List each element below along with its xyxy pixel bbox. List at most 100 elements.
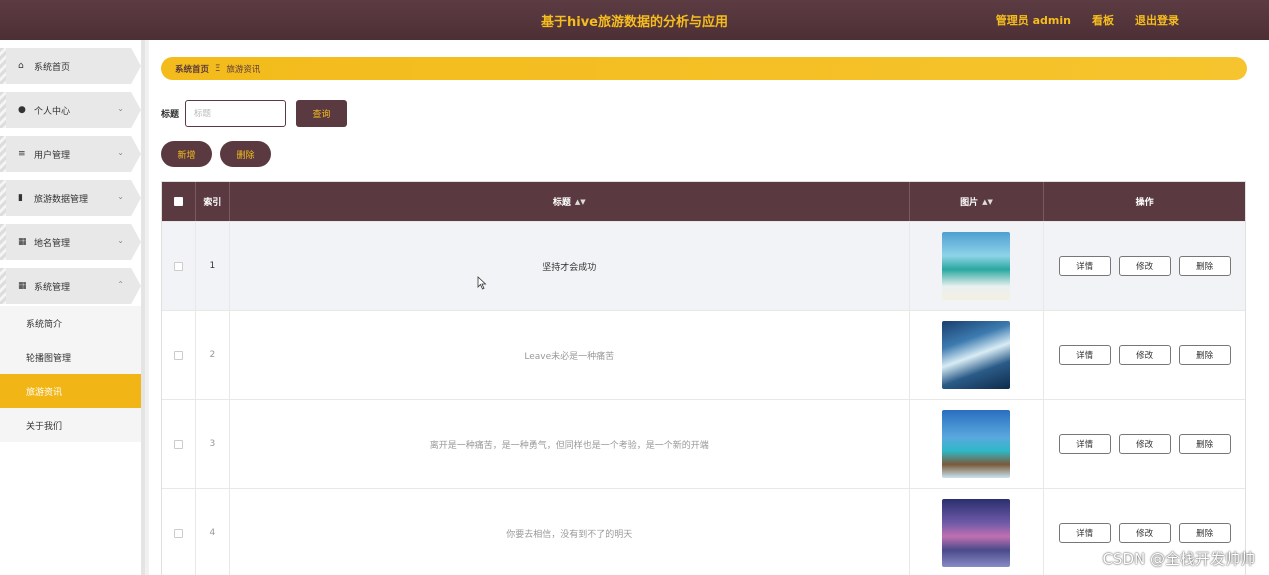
- user-label[interactable]: 管理员 admin: [996, 12, 1071, 28]
- breadcrumb: 系统首页 Ξ 旅游资讯: [161, 57, 1247, 80]
- detail-button[interactable]: 详情: [1058, 434, 1111, 454]
- search-form: 标题 查询: [161, 100, 348, 127]
- sort-icon[interactable]: ▲▼: [575, 198, 586, 206]
- search-label: 标题: [161, 110, 180, 120]
- column-header-label: 标题: [552, 198, 571, 208]
- delete-button[interactable]: 删除: [1178, 434, 1231, 454]
- column-header-image[interactable]: 图片 ▲▼: [910, 182, 1045, 221]
- sidebar-item-label: 旅游数据管理: [34, 194, 89, 205]
- search-input[interactable]: [185, 100, 287, 127]
- home-icon: ⌂: [18, 61, 24, 71]
- row-checkbox[interactable]: [173, 261, 183, 271]
- sidebar-item-label: 系统首页: [34, 62, 71, 73]
- select-all-cell: [162, 182, 196, 221]
- grid-icon: ▦: [18, 237, 27, 247]
- thumbnail-image[interactable]: [942, 410, 1011, 478]
- row-checkbox[interactable]: [173, 528, 183, 538]
- list-icon: ≡: [18, 149, 26, 159]
- row-actions: 详情 修改 删除: [1044, 222, 1245, 310]
- row-select-cell: [162, 222, 196, 310]
- detail-button[interactable]: 详情: [1058, 523, 1111, 543]
- query-button[interactable]: 查询: [296, 100, 348, 127]
- row-image-cell: [910, 311, 1045, 399]
- row-title: Leave未必是一种痛苦: [230, 311, 910, 399]
- edit-button[interactable]: 修改: [1118, 345, 1171, 365]
- thumbnail-image[interactable]: [942, 232, 1011, 300]
- row-index: 3: [196, 400, 230, 488]
- edit-button[interactable]: 修改: [1118, 434, 1171, 454]
- sidebar-item-travel-data[interactable]: ▮ 旅游数据管理 ⌄: [0, 180, 141, 216]
- action-bar: 新增 删除: [161, 141, 271, 167]
- header-actions: 管理员 admin 看板 退出登录: [996, 0, 1179, 40]
- mouse-cursor-icon: [477, 276, 487, 290]
- column-header-label: 图片: [960, 198, 979, 208]
- batch-delete-button[interactable]: 删除: [220, 141, 271, 167]
- detail-button[interactable]: 详情: [1058, 345, 1111, 365]
- chevron-up-icon: ⌃: [117, 280, 124, 289]
- row-title: 坚持才会成功: [230, 222, 910, 310]
- main-content: 系统首页 Ξ 旅游资讯 标题 查询 新增 删除 索引 标题 ▲▼ 图片 ▲▼ 操…: [149, 40, 1269, 575]
- row-checkbox[interactable]: [173, 350, 183, 360]
- chevron-down-icon: ⌄: [117, 148, 124, 157]
- edit-button[interactable]: 修改: [1118, 523, 1171, 543]
- table-row[interactable]: 3 离开是一种痛苦，是一种勇气，但同样也是一个考验，是一个新的开端 详情 修改 …: [162, 399, 1245, 488]
- sidebar-item-label: 地名管理: [34, 238, 71, 249]
- sidebar-item-label: 系统管理: [34, 282, 71, 293]
- table-row[interactable]: 2 Leave未必是一种痛苦 详情 修改 删除: [162, 310, 1245, 399]
- dashboard-link[interactable]: 看板: [1092, 12, 1114, 28]
- submenu-item-intro[interactable]: 系统简介: [0, 306, 141, 340]
- row-actions: 详情 修改 删除: [1044, 311, 1245, 399]
- column-header-ops: 操作: [1135, 198, 1154, 208]
- logout-link[interactable]: 退出登录: [1135, 12, 1179, 28]
- submenu-item-about[interactable]: 关于我们: [0, 408, 141, 442]
- select-all-checkbox[interactable]: [173, 197, 183, 206]
- row-select-cell: [162, 311, 196, 399]
- delete-button[interactable]: 删除: [1178, 256, 1231, 276]
- top-bar: 基于hive旅游数据的分析与应用 管理员 admin 看板 退出登录: [0, 0, 1269, 40]
- row-image-cell: [910, 489, 1045, 575]
- sidebar: ⌂ 系统首页 ● 个人中心 ⌄ ≡ 用户管理 ⌄ ▮ 旅游数据管理 ⌄ ▦ 地名…: [0, 40, 145, 575]
- table-row[interactable]: 4 你要去相信，没有到不了的明天 详情 修改 删除: [162, 488, 1245, 575]
- app-title: 基于hive旅游数据的分析与应用: [540, 14, 728, 30]
- row-image-cell: [910, 400, 1045, 488]
- thumbnail-image[interactable]: [942, 499, 1011, 567]
- row-title: 你要去相信，没有到不了的明天: [230, 489, 910, 575]
- delete-button[interactable]: 删除: [1178, 523, 1231, 543]
- row-select-cell: [162, 400, 196, 488]
- add-button[interactable]: 新增: [161, 141, 212, 167]
- user-icon: ●: [18, 105, 26, 115]
- row-index: 4: [196, 489, 230, 575]
- row-index: 2: [196, 311, 230, 399]
- sidebar-item-system[interactable]: ▦ 系统管理 ⌃: [0, 268, 141, 304]
- sidebar-item-places[interactable]: ▦ 地名管理 ⌄: [0, 224, 141, 260]
- sort-icon[interactable]: ▲▼: [982, 198, 993, 206]
- breadcrumb-home[interactable]: 系统首页: [175, 63, 209, 75]
- row-select-cell: [162, 489, 196, 575]
- book-icon: ▮: [18, 193, 23, 203]
- grid-icon: ▦: [18, 281, 27, 291]
- sidebar-item-label: 用户管理: [34, 150, 71, 161]
- delete-button[interactable]: 删除: [1178, 345, 1231, 365]
- watermark: CSDN @全栈开发帅帅: [1102, 550, 1255, 568]
- table-row[interactable]: 1 坚持才会成功 详情 修改 删除: [162, 221, 1245, 310]
- breadcrumb-separator: Ξ: [215, 63, 221, 74]
- breadcrumb-current: 旅游资讯: [226, 64, 261, 75]
- row-image-cell: [910, 222, 1045, 310]
- chevron-down-icon: ⌄: [117, 192, 124, 201]
- detail-button[interactable]: 详情: [1058, 256, 1111, 276]
- row-index: 1: [196, 222, 230, 310]
- sidebar-item-profile[interactable]: ● 个人中心 ⌄: [0, 92, 141, 128]
- submenu-item-news[interactable]: 旅游资讯: [0, 374, 141, 408]
- submenu-item-carousel[interactable]: 轮播图管理: [0, 340, 141, 374]
- chevron-down-icon: ⌄: [117, 104, 124, 113]
- table-header: 索引 标题 ▲▼ 图片 ▲▼ 操作: [162, 182, 1245, 221]
- column-header-title[interactable]: 标题 ▲▼: [230, 182, 910, 221]
- sidebar-item-label: 个人中心: [34, 106, 71, 117]
- row-title: 离开是一种痛苦，是一种勇气，但同样也是一个考验，是一个新的开端: [230, 400, 910, 488]
- edit-button[interactable]: 修改: [1118, 256, 1171, 276]
- sidebar-item-users[interactable]: ≡ 用户管理 ⌄: [0, 136, 141, 172]
- sidebar-item-home[interactable]: ⌂ 系统首页: [0, 48, 141, 84]
- thumbnail-image[interactable]: [942, 321, 1011, 389]
- chevron-down-icon: ⌄: [117, 236, 124, 245]
- row-checkbox[interactable]: [173, 439, 183, 449]
